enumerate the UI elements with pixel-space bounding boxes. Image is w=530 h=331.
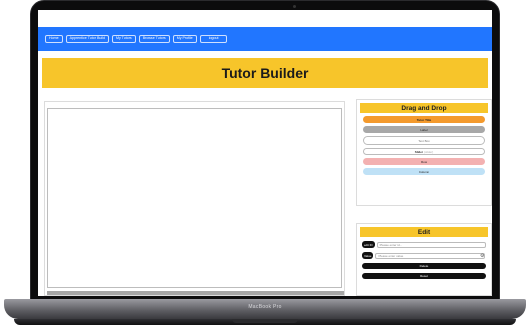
edit-title: Edit	[360, 227, 488, 237]
laptop-notch	[232, 319, 298, 323]
navbar: Home Apprentice Tutor Build My Tutors Br…	[38, 27, 492, 51]
dnd-item-label: Slider	[414, 149, 424, 154]
device-label: MacBook Pro	[248, 304, 282, 310]
page-title: Tutor Builder	[221, 65, 309, 81]
drag-and-drop-panel: Drag and Drop Tutor Title Label Text Box…	[356, 99, 492, 206]
dnd-item-label: Column	[418, 169, 430, 174]
hero-banner: Tutor Builder	[42, 58, 488, 88]
nav-my-tutors-button[interactable]: My Tutors	[111, 34, 136, 44]
builder-content: Drag and Drop Tutor Title Label Text Box…	[42, 99, 492, 296]
edit-id-row: edit ID Please enter id...	[362, 241, 486, 248]
dnd-item-label: Tutor Title	[416, 117, 432, 122]
canvas-scrollbar[interactable]	[47, 291, 344, 295]
dnd-tutor-title-item[interactable]: Tutor Title	[363, 116, 485, 123]
nav-my-profile-button[interactable]: My Profile	[172, 34, 197, 44]
edit-value-input[interactable]: Please enter value	[375, 252, 485, 259]
dnd-item-label: Label	[420, 127, 428, 132]
nav-logout-button[interactable]: logout	[199, 34, 228, 44]
edit-id-tag: edit ID	[362, 241, 375, 248]
camera-icon	[293, 5, 296, 8]
dnd-item-label: Text Box	[418, 138, 430, 143]
edit-panel: Edit edit ID Please enter id... Value Pl…	[356, 223, 492, 296]
dnd-column-item[interactable]: Column	[363, 168, 485, 175]
delete-button[interactable]: Delete	[362, 263, 486, 269]
edit-value-tag: Value	[362, 252, 374, 259]
dnd-slider-item[interactable]: Slider (slider)	[363, 148, 485, 155]
edit-value-row: Value Please enter value ⚙	[362, 252, 486, 259]
builder-canvas[interactable]	[47, 108, 342, 288]
dnd-item-label: Row	[420, 159, 427, 164]
drag-and-drop-title: Drag and Drop	[360, 103, 488, 113]
nav-apprentice-tutor-build-button[interactable]: Apprentice Tutor Build	[65, 34, 109, 44]
nav-home-button[interactable]: Home	[45, 34, 63, 44]
browser-top-strip	[38, 10, 492, 27]
dnd-row-item[interactable]: Row	[363, 158, 485, 165]
dnd-label-item[interactable]: Label	[363, 126, 485, 133]
settings-icon[interactable]: ⚙	[480, 253, 486, 259]
dnd-text-box-item[interactable]: Text Box	[363, 136, 485, 145]
dnd-item-sublabel: (slider)	[424, 149, 434, 154]
builder-canvas-panel	[44, 101, 345, 296]
edit-id-input[interactable]: Please enter id...	[376, 241, 486, 248]
screen: Home Apprentice Tutor Build My Tutors Br…	[38, 10, 492, 296]
reset-button[interactable]: Reset	[362, 273, 486, 279]
nav-browse-tutors-button[interactable]: Browse Tutors	[138, 34, 170, 44]
